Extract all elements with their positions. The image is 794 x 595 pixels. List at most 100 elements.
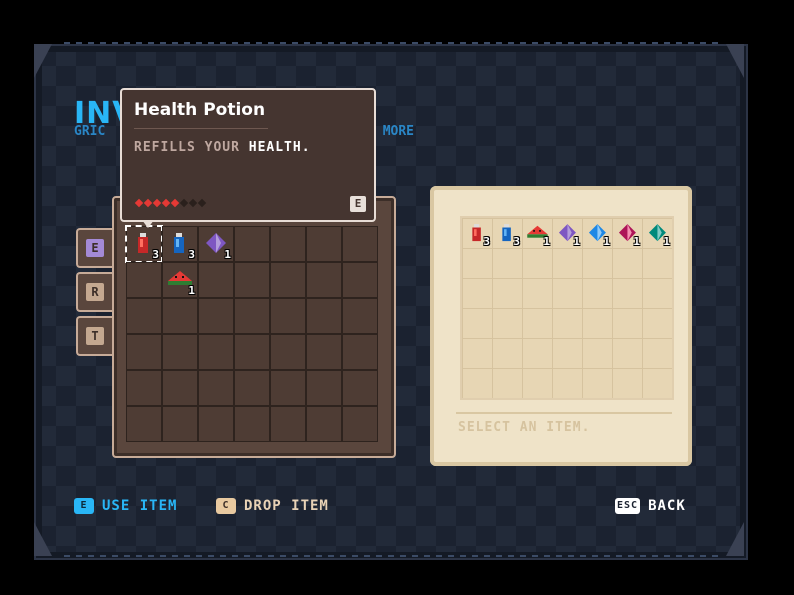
rarity-dot [161,198,171,208]
inventory-slot[interactable] [342,262,378,298]
inventory-slot[interactable] [342,298,378,334]
storage-slot[interactable]: 1 [522,218,552,248]
storage-slot[interactable] [462,338,492,368]
storage-slot[interactable] [582,368,612,398]
inventory-slot[interactable] [270,334,306,370]
storage-slot[interactable] [582,338,612,368]
inventory-slot[interactable] [126,334,162,370]
inventory-slot[interactable]: 3 [162,226,198,262]
storage-slot[interactable] [582,308,612,338]
inventory-slot[interactable]: 1 [162,262,198,298]
storage-slot[interactable] [642,368,672,398]
item-quantity: 3 [152,248,159,261]
storage-grid: 3 3 1 1 1 1 1 [460,216,674,400]
inventory-slot[interactable] [306,334,342,370]
storage-slot[interactable] [552,368,582,398]
storage-slot[interactable] [462,248,492,278]
inventory-slot[interactable] [126,262,162,298]
storage-slot[interactable] [522,368,552,398]
storage-slot[interactable]: 1 [582,218,612,248]
inventory-slot[interactable] [234,226,270,262]
inventory-slot[interactable] [198,370,234,406]
storage-slot[interactable] [642,248,672,278]
storage-slot[interactable] [552,278,582,308]
inventory-slot[interactable]: 3 [125,225,163,263]
inventory-slot[interactable] [234,406,270,442]
storage-slot[interactable] [612,278,642,308]
storage-slot[interactable]: 1 [642,218,672,248]
use-item-hint[interactable]: E USE ITEM [74,498,177,514]
item-quantity: 1 [573,235,580,248]
storage-slot[interactable] [522,308,552,338]
inventory-slot[interactable] [270,298,306,334]
inventory-slot[interactable] [234,370,270,406]
storage-slot[interactable] [492,278,522,308]
inventory-slot[interactable] [126,406,162,442]
inventory-slot[interactable] [126,370,162,406]
storage-slot[interactable] [642,338,672,368]
storage-slot[interactable] [582,248,612,278]
storage-slot[interactable] [462,278,492,308]
inventory-slot[interactable] [270,406,306,442]
rarity-dot [179,198,189,208]
storage-slot[interactable] [492,338,522,368]
drop-item-hint[interactable]: C DROP ITEM [216,498,329,514]
inventory-slot[interactable] [270,262,306,298]
storage-slot[interactable] [642,278,672,308]
back-label: BACK [648,498,686,514]
inventory-slot[interactable] [126,298,162,334]
inventory-slot[interactable] [234,298,270,334]
storage-slot[interactable] [612,248,642,278]
inventory-slot[interactable] [306,226,342,262]
storage-slot[interactable] [612,308,642,338]
storage-slot[interactable] [522,248,552,278]
storage-slot[interactable] [492,308,522,338]
inventory-slot[interactable] [198,406,234,442]
frame-dash [64,42,724,44]
storage-slot[interactable]: 1 [552,218,582,248]
tab-r[interactable]: R [76,272,112,312]
inventory-slot[interactable] [198,334,234,370]
inventory-slot[interactable] [342,334,378,370]
storage-slot[interactable] [522,278,552,308]
storage-slot[interactable]: 1 [612,218,642,248]
tooltip-key-hint: E [350,196,366,212]
inventory-slot[interactable] [306,370,342,406]
storage-slot[interactable] [492,368,522,398]
inventory-slot[interactable] [342,226,378,262]
inventory-slot[interactable] [198,262,234,298]
inventory-slot[interactable] [162,370,198,406]
storage-slot[interactable] [492,248,522,278]
storage-slot[interactable] [612,338,642,368]
inventory-slot[interactable] [234,334,270,370]
storage-slot[interactable] [612,368,642,398]
storage-slot[interactable] [552,338,582,368]
inventory-slot[interactable] [162,406,198,442]
back-hint[interactable]: ESC BACK [615,498,686,514]
use-item-label: USE ITEM [102,498,178,514]
storage-slot[interactable] [552,308,582,338]
storage-slot[interactable] [522,338,552,368]
inventory-slot[interactable] [270,226,306,262]
storage-slot[interactable]: 3 [462,218,492,248]
inventory-slot[interactable]: 1 [198,226,234,262]
storage-slot[interactable] [462,368,492,398]
inventory-slot[interactable] [342,406,378,442]
inventory-slot[interactable] [162,334,198,370]
inventory-slot[interactable] [198,298,234,334]
storage-slot[interactable] [462,308,492,338]
storage-slot[interactable] [582,278,612,308]
storage-slot[interactable] [552,248,582,278]
inventory-slot[interactable] [162,298,198,334]
tab-t[interactable]: T [76,316,112,356]
inventory-slot[interactable] [234,262,270,298]
inventory-slot[interactable] [306,406,342,442]
inventory-slot[interactable] [306,262,342,298]
storage-slot[interactable]: 3 [492,218,522,248]
inventory-slot[interactable] [270,370,306,406]
tab-e[interactable]: E [76,228,112,268]
frame-dash [64,555,724,557]
storage-slot[interactable] [642,308,672,338]
inventory-slot[interactable] [306,298,342,334]
inventory-slot[interactable] [342,370,378,406]
